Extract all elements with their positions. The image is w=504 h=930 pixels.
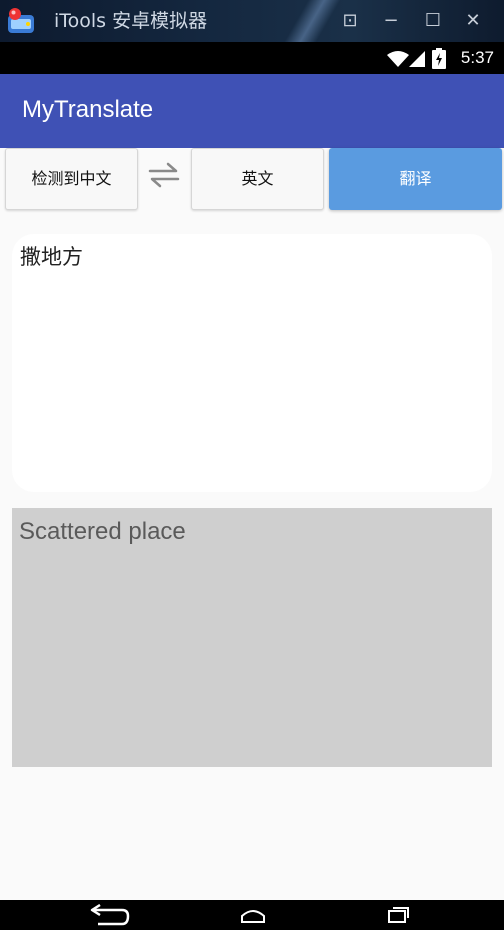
output-text-area: Scattered place xyxy=(12,508,492,767)
battery-charging-icon xyxy=(432,48,446,69)
translate-button[interactable]: 翻译 xyxy=(329,148,502,210)
emulator-title: iTools 安卓模拟器 xyxy=(54,10,208,32)
wifi-icon xyxy=(387,51,409,67)
signal-icon xyxy=(409,51,425,67)
itools-logo-icon xyxy=(8,8,34,33)
output-text: Scattered place xyxy=(19,518,186,545)
minimize-window-button[interactable]: − xyxy=(378,8,404,34)
maximize-window-button[interactable]: ☐ xyxy=(420,8,446,34)
input-text-area[interactable]: 撒地方 xyxy=(12,234,492,492)
app-title: MyTranslate xyxy=(22,96,154,123)
status-time: 5:37 xyxy=(460,48,494,67)
input-text: 撒地方 xyxy=(20,245,83,269)
back-icon[interactable] xyxy=(84,904,130,928)
app-bar: MyTranslate xyxy=(0,74,504,148)
navigation-bar xyxy=(0,900,504,930)
main-content: 检测到中文 英文 翻译 撒地方 Scattered place xyxy=(0,148,504,900)
recents-icon[interactable] xyxy=(386,906,410,924)
swap-arrows-icon[interactable] xyxy=(146,160,182,190)
target-language-button[interactable]: 英文 xyxy=(191,148,324,210)
restore-window-button[interactable]: ⊡ xyxy=(337,8,363,34)
status-bar: 5:37 xyxy=(0,42,504,74)
home-icon[interactable] xyxy=(240,906,266,924)
source-language-button[interactable]: 检测到中文 xyxy=(5,148,138,210)
close-window-button[interactable]: ✕ xyxy=(460,8,486,34)
emulator-title-bar: iTools 安卓模拟器 ⊡ − ☐ ✕ xyxy=(0,0,504,42)
